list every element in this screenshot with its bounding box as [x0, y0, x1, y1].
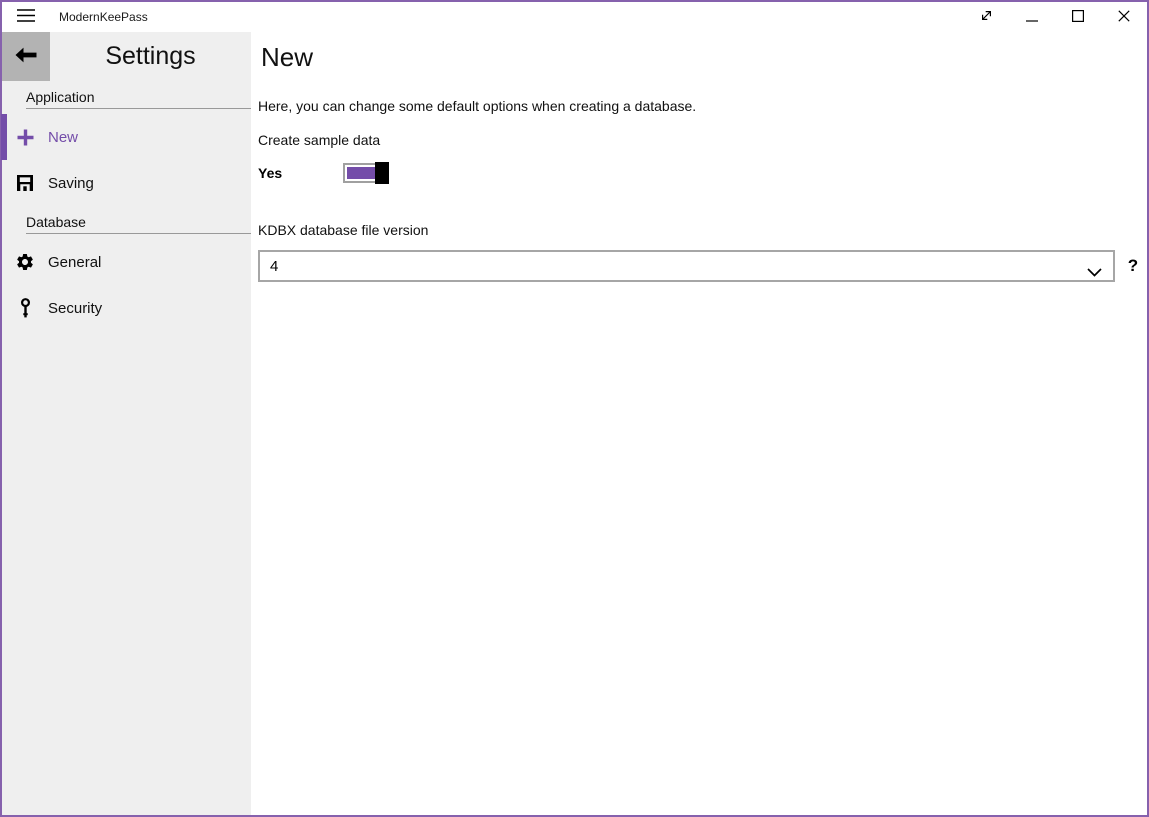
titlebar: ModernKeePass: [2, 2, 1147, 32]
plus-icon: [15, 128, 35, 147]
maximize-icon: [1072, 10, 1084, 25]
sidebar-item-label: Security: [48, 300, 102, 317]
app-window: ModernKeePass: [0, 0, 1149, 817]
close-icon: [1118, 10, 1130, 25]
help-button[interactable]: ?: [1125, 256, 1141, 276]
sidebar-item-security[interactable]: Security: [2, 285, 251, 331]
hamburger-menu-button[interactable]: [2, 2, 50, 32]
toggle-knob[interactable]: [375, 162, 389, 184]
sidebar-item-saving[interactable]: Saving: [2, 160, 251, 206]
sidebar-item-label: General: [48, 254, 101, 271]
minimize-button[interactable]: [1009, 2, 1055, 32]
app-title: ModernKeePass: [59, 10, 148, 24]
sidebar-item-general[interactable]: General: [2, 239, 251, 285]
sidebar-item-label: Saving: [48, 175, 94, 192]
toggle-state-label: Yes: [258, 165, 343, 181]
kdbx-version-label: KDBX database file version: [258, 222, 1141, 238]
page-description: Here, you can change some default option…: [258, 98, 1141, 114]
fullscreen-icon: [979, 8, 994, 26]
window-controls: [963, 2, 1147, 32]
sidebar-title: Settings: [105, 42, 195, 71]
back-arrow-icon: [14, 46, 38, 67]
section-header-database: Database: [26, 213, 251, 234]
gear-icon: [15, 252, 35, 272]
sidebar-item-new[interactable]: New: [2, 114, 251, 160]
sidebar-header: Settings: [2, 32, 251, 81]
minimize-icon: [1026, 10, 1038, 25]
settings-sidebar: Settings Application New Saving Database: [2, 32, 251, 815]
kdbx-version-dropdown[interactable]: 4: [258, 250, 1115, 282]
save-icon: [15, 174, 35, 192]
sidebar-item-label: New: [48, 129, 78, 146]
kdbx-version-value: 4: [270, 258, 278, 275]
sample-data-toggle-row: Yes: [258, 160, 1141, 186]
maximize-button[interactable]: [1055, 2, 1101, 32]
fullscreen-button[interactable]: [963, 2, 1009, 32]
section-header-application: Application: [26, 88, 251, 109]
page-title: New: [261, 40, 1141, 74]
back-button[interactable]: [2, 32, 50, 81]
key-icon: [15, 298, 35, 319]
hamburger-icon: [17, 9, 35, 25]
sample-data-toggle[interactable]: [343, 163, 387, 183]
chevron-down-icon: [1087, 264, 1102, 281]
settings-page-new: New Here, you can change some default op…: [251, 32, 1147, 815]
close-button[interactable]: [1101, 2, 1147, 32]
sample-data-label: Create sample data: [258, 132, 1141, 148]
kdbx-version-row: 4 ?: [258, 250, 1141, 282]
